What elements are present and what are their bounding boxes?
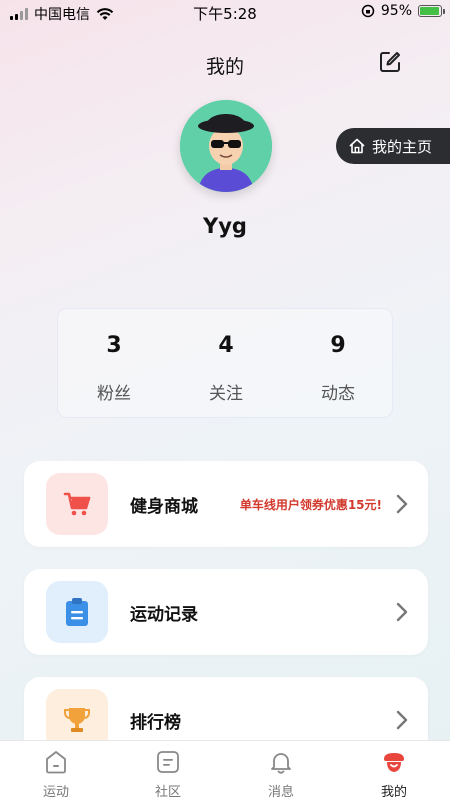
my-homepage-button[interactable]: 我的主页	[336, 128, 450, 164]
tab-sport[interactable]: 运动	[0, 741, 112, 800]
community-icon	[157, 751, 179, 773]
menu-label: 健身商城	[130, 497, 198, 517]
records-icon-tile	[46, 581, 108, 643]
stat-value: 3	[106, 333, 122, 358]
trophy-icon	[64, 708, 90, 732]
chevron-right-icon	[396, 710, 408, 730]
tab-messages[interactable]: 消息	[225, 741, 337, 800]
promo-text: 单车线用户领券优惠15元!	[239, 498, 382, 512]
shop-icon-tile	[46, 473, 108, 535]
stats-card: 3 粉丝 4 关注 9 动态	[57, 308, 393, 418]
stat-label: 关注	[209, 384, 243, 404]
status-right: 95%	[361, 3, 445, 19]
stat-label: 动态	[321, 384, 355, 404]
tab-label: 消息	[267, 785, 294, 800]
profile-icon	[384, 753, 404, 772]
shopping-cart-icon	[63, 492, 91, 516]
menu-label: 排行榜	[130, 713, 181, 733]
bell-icon	[271, 753, 291, 774]
stat-followers[interactable]: 3 粉丝	[58, 309, 170, 419]
tab-profile[interactable]: 我的	[338, 741, 450, 800]
avatar[interactable]	[180, 100, 272, 192]
tab-bar: 运动 社区 消息 我的	[0, 740, 450, 800]
username: Yyg	[203, 214, 247, 238]
chevron-right-icon	[396, 494, 408, 514]
tab-label: 社区	[154, 785, 181, 800]
tab-community[interactable]: 社区	[112, 741, 224, 800]
edit-icon[interactable]	[376, 48, 404, 76]
stat-value: 4	[218, 333, 234, 358]
stat-value: 9	[330, 333, 346, 358]
avatar-illustration	[180, 100, 272, 192]
sport-icon	[46, 751, 66, 774]
tab-label: 运动	[42, 785, 69, 800]
menu-item-shop[interactable]: 健身商城 单车线用户领券优惠15元!	[24, 461, 428, 547]
battery-icon	[418, 5, 445, 17]
stat-following[interactable]: 4 关注	[170, 309, 282, 419]
tab-label: 我的	[380, 785, 407, 800]
orientation-lock-icon	[361, 4, 375, 18]
chevron-right-icon	[396, 602, 408, 622]
battery-percent: 95%	[380, 3, 412, 19]
menu-label: 运动记录	[130, 605, 198, 625]
clipboard-icon	[66, 598, 88, 626]
status-bar: 中国电信 下午5:28 95%	[0, 0, 450, 24]
menu-item-records[interactable]: 运动记录	[24, 569, 428, 655]
stat-posts[interactable]: 9 动态	[282, 309, 394, 419]
my-homepage-label: 我的主页	[372, 137, 433, 156]
battery-fill	[420, 7, 439, 15]
stat-label: 粉丝	[97, 384, 131, 404]
home-icon	[349, 138, 365, 154]
